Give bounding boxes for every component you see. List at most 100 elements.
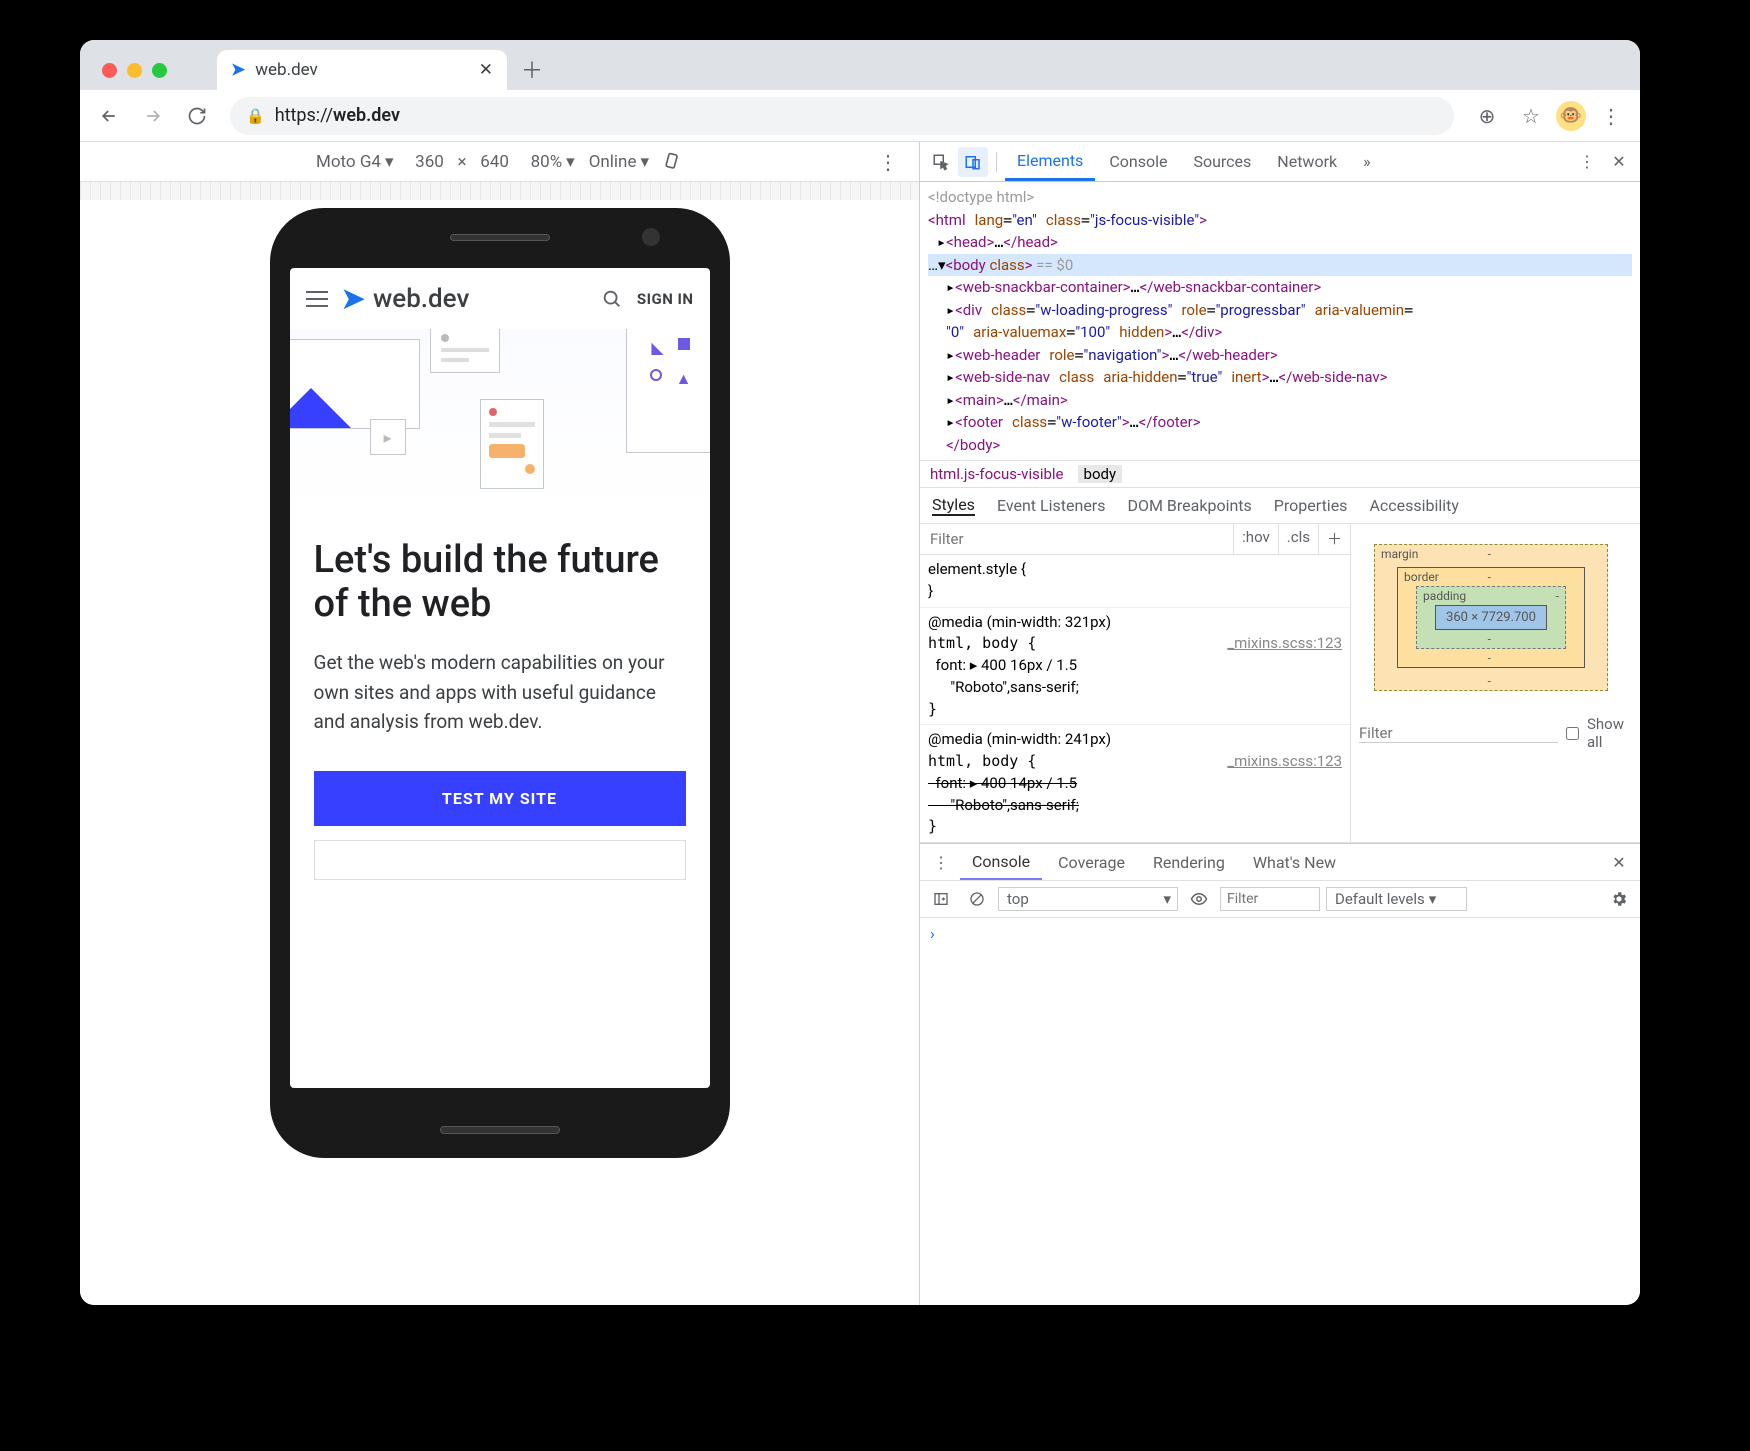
cls-toggle[interactable]: .cls — [1278, 524, 1318, 554]
hero-section: Let's build the future of the web Get th… — [290, 509, 710, 910]
profile-avatar[interactable]: 🐵 — [1556, 101, 1586, 131]
subtab-properties[interactable]: Properties — [1274, 496, 1348, 515]
live-expression-icon[interactable] — [1184, 884, 1214, 914]
sign-in-button[interactable]: SIGN IN — [637, 290, 694, 308]
subtab-dom-breakpoints[interactable]: DOM Breakpoints — [1127, 496, 1251, 515]
new-tab-button[interactable]: ＋ — [517, 54, 547, 84]
tabs-overflow-icon[interactable]: » — [1351, 142, 1383, 181]
close-tab-icon[interactable]: ✕ — [479, 60, 493, 80]
device-frame: ➤ web.dev SIGN IN — [270, 208, 730, 1158]
show-all-label: Show all — [1587, 715, 1632, 751]
browser-tab[interactable]: ➤ web.dev ✕ — [217, 50, 507, 90]
throttle-select[interactable]: Online ▾ — [589, 152, 649, 172]
tab-strip: ➤ web.dev ✕ ＋ — [80, 40, 1640, 90]
drawer-tab-coverage[interactable]: Coverage — [1046, 844, 1137, 880]
devtools-tabs: Elements Console Sources Network » ⋮ ✕ — [920, 142, 1640, 182]
home-bar — [440, 1126, 560, 1134]
console-filter-input[interactable] — [1220, 887, 1320, 911]
window-controls — [92, 63, 177, 90]
drawer-menu-icon[interactable]: ⋮ — [926, 847, 956, 877]
clear-console-icon[interactable] — [962, 884, 992, 914]
times-icon: × — [458, 152, 467, 172]
close-devtools-icon[interactable]: ✕ — [1604, 147, 1634, 177]
hero-sub: Get the web's modern capabilities on you… — [314, 648, 686, 736]
device-select[interactable]: Moto G4 ▾ — [316, 152, 394, 172]
width-input[interactable] — [408, 152, 452, 172]
subtab-event-listeners[interactable]: Event Listeners — [997, 496, 1106, 515]
tab-console[interactable]: Console — [1097, 142, 1179, 181]
lock-icon: 🔒 — [246, 107, 265, 125]
back-button[interactable] — [90, 97, 128, 135]
test-site-button[interactable]: TEST MY SITE — [314, 771, 686, 826]
computed-filter-input[interactable] — [1359, 724, 1558, 743]
style-block-1[interactable]: @media (min-width: 321px) html, body {_m… — [920, 607, 1350, 725]
subtab-styles[interactable]: Styles — [932, 495, 975, 516]
page-content: ➤ web.dev SIGN IN — [290, 268, 710, 1088]
show-all-checkbox[interactable] — [1566, 727, 1579, 740]
url-text: https://web.dev — [275, 105, 400, 126]
zoom-add-icon[interactable]: ⊕ — [1468, 97, 1506, 135]
tab-sources[interactable]: Sources — [1181, 142, 1263, 181]
crumb-html[interactable]: html.js-focus-visible — [930, 465, 1064, 483]
inspect-icon[interactable] — [926, 147, 956, 177]
speaker-grille — [450, 234, 550, 241]
close-window[interactable] — [102, 63, 117, 78]
styles-filter-input[interactable] — [920, 524, 1233, 554]
context-select[interactable]: top▾ — [998, 887, 1178, 911]
front-camera — [642, 228, 660, 246]
tab-network[interactable]: Network — [1265, 142, 1349, 181]
ruler — [80, 182, 919, 200]
drawer-tabs: ⋮ Console Coverage Rendering What's New … — [920, 844, 1640, 880]
hov-toggle[interactable]: :hov — [1233, 524, 1278, 554]
drawer-tab-console[interactable]: Console — [960, 844, 1042, 880]
forward-button[interactable] — [134, 97, 172, 135]
style-block-element[interactable]: element.style { } — [920, 555, 1350, 607]
device-toolbar: Moto G4 ▾ × 80% ▾ Online ▾ ⋮ — [80, 142, 919, 182]
hero-headline: Let's build the future of the web — [314, 539, 686, 626]
tab-elements[interactable]: Elements — [1005, 142, 1095, 181]
style-block-2[interactable]: @media (min-width: 241px) html, body {_m… — [920, 724, 1350, 842]
devtools-menu-icon[interactable]: ⋮ — [1572, 147, 1602, 177]
dom-tree[interactable]: <!doctype html> <html lang="en" class="j… — [920, 182, 1640, 460]
address-bar[interactable]: 🔒 https://web.dev — [230, 97, 1454, 135]
height-input[interactable] — [473, 152, 517, 172]
new-rule-icon[interactable]: ＋ — [1318, 524, 1350, 554]
device-mode-icon[interactable] — [958, 147, 988, 177]
device-menu-icon[interactable]: ⋮ — [869, 143, 907, 181]
reload-button[interactable] — [178, 97, 216, 135]
minimize-window[interactable] — [127, 63, 142, 78]
console-settings-icon[interactable] — [1604, 884, 1634, 914]
tab-title: web.dev — [255, 60, 318, 80]
console-output[interactable]: › — [920, 918, 1640, 1143]
box-dims: 360 × 7729.700 — [1435, 605, 1547, 630]
responsive-pane: Moto G4 ▾ × 80% ▾ Online ▾ ⋮ — [80, 142, 920, 1305]
crumb-body[interactable]: body — [1078, 465, 1123, 483]
secondary-cta[interactable] — [314, 840, 686, 880]
viewport-dimensions: × — [408, 152, 517, 172]
drawer-tab-rendering[interactable]: Rendering — [1141, 844, 1237, 880]
browser-toolbar: 🔒 https://web.dev ⊕ ☆ 🐵 ⋮ — [80, 90, 1640, 142]
browser-window: ➤ web.dev ✕ ＋ 🔒 https://web.dev ⊕ ☆ 🐵 ⋮ — [80, 40, 1640, 1305]
zoom-window[interactable] — [152, 63, 167, 78]
site-header: ➤ web.dev SIGN IN — [290, 268, 710, 329]
viewport: ➤ web.dev SIGN IN — [80, 200, 919, 1305]
console-prompt: › — [930, 924, 935, 943]
zoom-select[interactable]: 80% ▾ — [531, 152, 575, 172]
drawer-tab-whatsnew[interactable]: What's New — [1241, 844, 1348, 880]
sidebar-toggle-icon[interactable] — [926, 884, 956, 914]
log-levels-select[interactable]: Default levels ▾ — [1326, 887, 1467, 911]
menu-icon[interactable] — [306, 291, 328, 307]
logo-text: web.dev — [373, 284, 469, 314]
rotate-icon[interactable] — [663, 152, 683, 172]
search-icon[interactable] — [601, 288, 623, 310]
breadcrumb[interactable]: html.js-focus-visible body — [920, 460, 1640, 488]
styles-tabs: Styles Event Listeners DOM Breakpoints P… — [920, 488, 1640, 524]
box-model[interactable]: margin- border- padding- 360 × 7729.700 … — [1351, 524, 1631, 711]
hero-illustration: ◣ ▲ ▸ — [290, 329, 710, 509]
close-drawer-icon[interactable]: ✕ — [1604, 847, 1634, 877]
site-logo[interactable]: ➤ web.dev — [342, 282, 470, 315]
console-toolbar: top▾ Default levels ▾ — [920, 880, 1640, 918]
subtab-accessibility[interactable]: Accessibility — [1369, 496, 1459, 515]
browser-menu-icon[interactable]: ⋮ — [1592, 97, 1630, 135]
bookmark-star-icon[interactable]: ☆ — [1512, 97, 1550, 135]
